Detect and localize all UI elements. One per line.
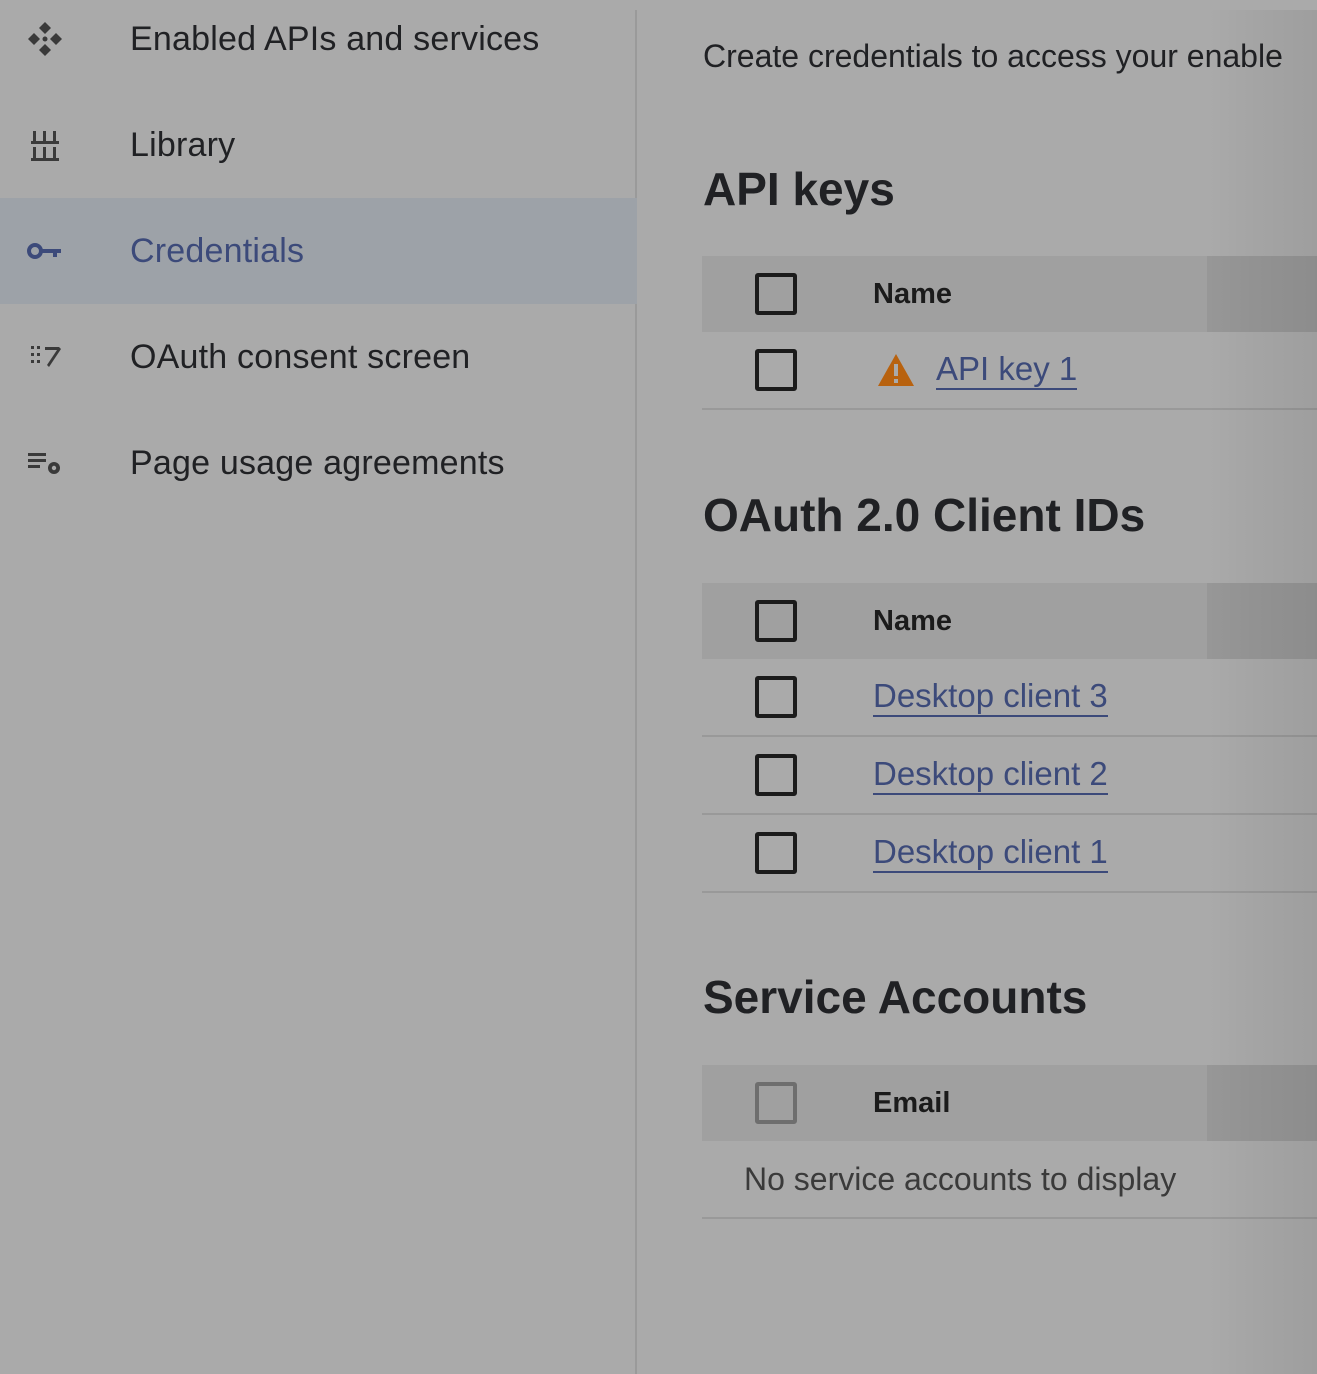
- sidebar-item-label: Enabled APIs and services: [130, 19, 540, 58]
- client-link[interactable]: Desktop client 2: [873, 755, 1108, 795]
- client-link[interactable]: Desktop client 3: [873, 677, 1108, 717]
- column-header-email: Email: [873, 1086, 951, 1119]
- sidebar-item-label: Page usage agreements: [130, 443, 505, 482]
- header-col-right: [1207, 583, 1317, 659]
- service-accounts-table: Email No service accounts to display: [702, 1065, 1317, 1219]
- select-all-checkbox[interactable]: [755, 600, 797, 642]
- api-keys-title: API keys: [703, 163, 895, 215]
- column-header-name: Name: [873, 277, 952, 310]
- key-icon: [24, 230, 66, 272]
- api-key-link[interactable]: API key 1: [936, 350, 1078, 390]
- library-icon: [24, 124, 66, 166]
- empty-state-text: No service accounts to display: [744, 1160, 1177, 1197]
- header-col-right: [1207, 256, 1317, 332]
- main-content: Create credentials to access your enable…: [639, 10, 1317, 1374]
- list-settings-icon: [24, 442, 66, 484]
- table-row: API key 1: [702, 332, 1317, 410]
- table-row: Desktop client 3: [702, 659, 1317, 737]
- sidebar-item-credentials[interactable]: Credentials: [0, 198, 637, 304]
- service-accounts-title: Service Accounts: [703, 971, 1088, 1023]
- sidebar-item-page-usage[interactable]: Page usage agreements: [0, 410, 637, 516]
- sidebar-item-oauth-consent[interactable]: OAuth consent screen: [0, 304, 637, 410]
- row-checkbox[interactable]: [755, 754, 797, 796]
- table-row: Desktop client 2: [702, 737, 1317, 815]
- consent-icon: [24, 336, 66, 378]
- sidebar: Enabled APIs and services Library Creden…: [0, 10, 637, 1374]
- row-checkbox[interactable]: [755, 676, 797, 718]
- apis-diamond-icon: [24, 18, 66, 60]
- oauth-table: Name Desktop client 3 Desktop client 2 D…: [702, 583, 1317, 893]
- column-header-name: Name: [873, 604, 952, 637]
- table-header: Email: [702, 1065, 1317, 1141]
- table-header: Name: [702, 583, 1317, 659]
- select-all-checkbox[interactable]: [755, 1082, 797, 1124]
- row-checkbox[interactable]: [755, 349, 797, 391]
- header-col-right: [1207, 1065, 1317, 1141]
- empty-row: No service accounts to display: [702, 1141, 1317, 1219]
- warning-icon: [876, 352, 916, 388]
- api-keys-table: Name API key 1: [702, 256, 1317, 410]
- row-checkbox[interactable]: [755, 832, 797, 874]
- page-frame: Enabled APIs and services Library Creden…: [0, 0, 1317, 1374]
- client-link[interactable]: Desktop client 1: [873, 833, 1108, 873]
- table-header: Name: [702, 256, 1317, 332]
- sidebar-item-label: OAuth consent screen: [130, 337, 471, 376]
- sidebar-item-label: Credentials: [130, 231, 305, 270]
- sidebar-item-label: Library: [130, 125, 236, 164]
- table-row: Desktop client 1: [702, 815, 1317, 893]
- sidebar-item-library[interactable]: Library: [0, 92, 637, 198]
- select-all-checkbox[interactable]: [755, 273, 797, 315]
- intro-text: Create credentials to access your enable: [703, 38, 1283, 74]
- sidebar-item-enabled-apis[interactable]: Enabled APIs and services: [0, 0, 637, 92]
- oauth-title: OAuth 2.0 Client IDs: [703, 489, 1146, 541]
